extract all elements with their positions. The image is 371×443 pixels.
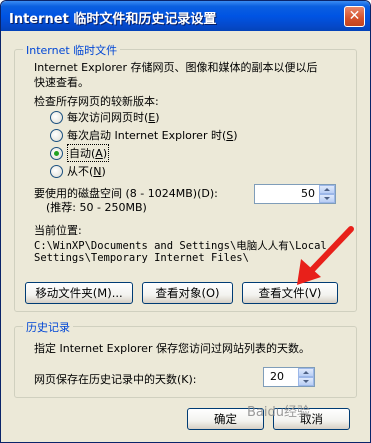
- history-group: 历史记录: [14, 319, 357, 398]
- settings-dialog: Internet 临时文件和历史记录设置 ✕ Internet 临时文件 Int…: [0, 0, 371, 443]
- radio-button-checked[interactable]: [50, 146, 63, 160]
- history-description: 指定 Internet Explorer 保存您访问过网站列表的天数。: [34, 342, 310, 355]
- radio-never[interactable]: 从不(N): [50, 163, 106, 179]
- close-icon: ✕: [348, 8, 361, 24]
- spin-down-icon[interactable]: [298, 377, 314, 386]
- current-location-path-line1: C:\WinXP\Documents and Settings\电脑人人有\Lo…: [34, 240, 327, 252]
- disk-space-spinner[interactable]: 50: [254, 184, 336, 204]
- history-days-label: 网页保存在历史记录中的天数(K):: [34, 373, 197, 386]
- history-days-value[interactable]: 20: [270, 370, 284, 383]
- spinner-buttons[interactable]: [298, 368, 314, 386]
- view-objects-button[interactable]: 查看对象(O): [142, 282, 233, 304]
- radio-button[interactable]: [50, 110, 63, 124]
- radio-automatic-label: 自动(A): [67, 144, 110, 162]
- radio-automatic[interactable]: 自动(A): [50, 144, 110, 162]
- annotation-arrow-icon: [297, 226, 354, 285]
- current-location-label: 当前位置:: [34, 224, 82, 237]
- temp-files-description-line2: 快速查看。: [34, 76, 89, 89]
- watermark-logo: Baidu经验: [247, 405, 310, 420]
- radio-every-visit-label: 每次访问网页时(E): [67, 111, 160, 124]
- radio-every-visit[interactable]: 每次访问网页时(E): [50, 109, 160, 125]
- radio-never-label: 从不(N): [67, 165, 106, 178]
- spinner-buttons[interactable]: [319, 185, 335, 203]
- spin-down-icon[interactable]: [319, 194, 335, 203]
- radio-every-start-label: 每次启动 Internet Explorer 时(S): [67, 129, 238, 142]
- disk-space-value[interactable]: 50: [301, 187, 315, 200]
- disk-space-hint: (推荐: 50 - 250MB): [46, 201, 147, 214]
- move-folder-button[interactable]: 移动文件夹(M)...: [25, 282, 133, 304]
- window-title: Internet 临时文件和历史记录设置: [9, 12, 217, 27]
- radio-every-start[interactable]: 每次启动 Internet Explorer 时(S): [50, 127, 238, 143]
- temp-files-group-title: Internet 临时文件: [23, 42, 121, 58]
- close-button[interactable]: ✕: [344, 6, 365, 27]
- temp-files-description-line1: Internet Explorer 存储网页、图像和媒体的副本以便以后: [34, 61, 318, 74]
- history-days-spinner[interactable]: 20: [263, 367, 315, 387]
- history-group-title: 历史记录: [23, 319, 73, 335]
- spin-up-icon[interactable]: [319, 185, 335, 194]
- radio-button[interactable]: [50, 128, 63, 142]
- check-newer-versions-label: 检查所存网页的较新版本:: [34, 95, 159, 108]
- spin-up-icon[interactable]: [298, 368, 314, 377]
- radio-button[interactable]: [50, 164, 63, 178]
- title-bar[interactable]: Internet 临时文件和历史记录设置 ✕: [1, 1, 370, 31]
- current-location-path-line2: Settings\Temporary Internet Files\: [34, 252, 249, 264]
